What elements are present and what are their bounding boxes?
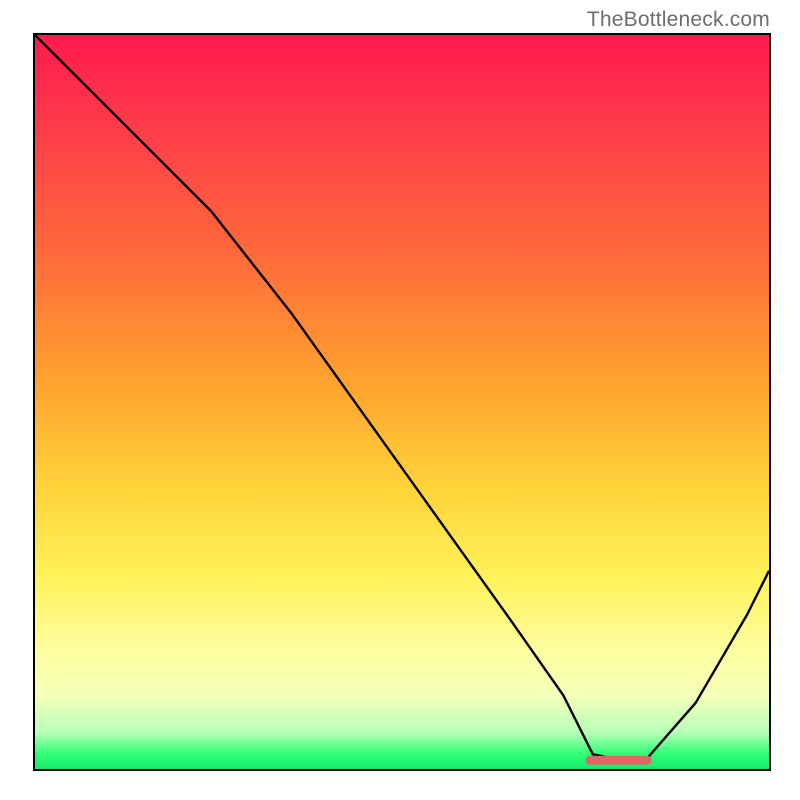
plot-area	[33, 33, 771, 771]
chart-canvas: TheBottleneck.com	[0, 0, 800, 800]
watermark-text: TheBottleneck.com	[587, 8, 770, 32]
optimal-marker	[586, 756, 652, 765]
curve-layer	[35, 35, 769, 769]
bottleneck-curve	[35, 35, 769, 762]
